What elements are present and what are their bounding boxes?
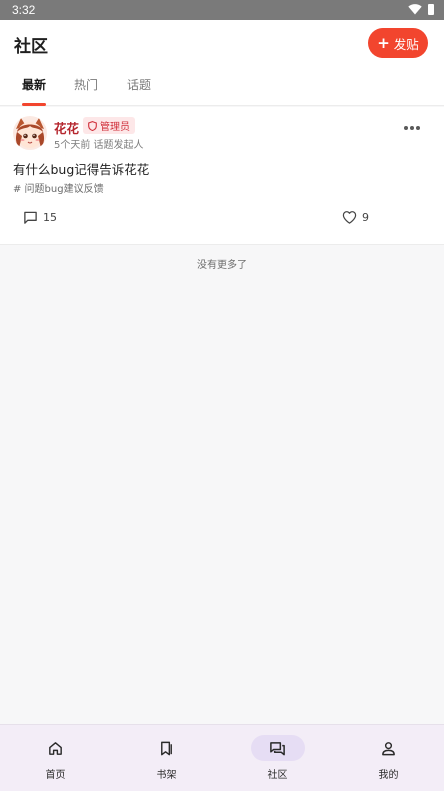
end-of-list-message: 没有更多了 [197,260,247,271]
new-post-label: 发贴 [393,36,419,52]
post-content[interactable]: 有什么bug记得告诉花花 [13,159,149,178]
nav-icon-container [250,735,305,761]
bookmark-icon [161,741,172,755]
tab-indicator [22,103,46,106]
battery-icon [428,3,434,15]
like-count: 9 [362,211,369,224]
shield-icon [88,120,97,131]
wifi-icon [408,4,422,15]
like-button[interactable]: 9 [342,210,369,225]
forum-icon [270,741,285,755]
tab-latest-label: 最新 [22,78,47,92]
nav-item-home[interactable]: 首页 [0,725,111,791]
person-icon [382,741,395,755]
nav-label-me: 我的 [378,770,399,781]
more-dot [410,126,414,130]
avatar-image [13,116,47,150]
nav-icon-container [362,735,416,761]
post-topic-tag[interactable]: # 问题bug建议反馈 [13,180,104,195]
plus-icon: + [377,33,390,52]
comment-icon [24,211,37,224]
tab-hot[interactable]: 热门 [74,76,98,106]
status-icons [408,3,434,15]
nav-item-me[interactable]: 我的 [333,725,444,791]
author-name[interactable]: 花花 [54,118,79,137]
nav-label-community: 社区 [267,770,288,781]
page-title: 社区 [14,37,48,57]
nav-item-bookshelf[interactable]: 书架 [111,725,222,791]
tab-topics[interactable]: 话题 [127,76,151,106]
status-time: 3:32 [12,3,36,17]
status-bar: 3:32 [0,0,444,20]
nav-icon-container [29,735,83,761]
more-dot [416,126,420,130]
tab-latest[interactable]: 最新 [22,76,46,106]
tab-topics-label: 话题 [127,78,152,92]
comment-button[interactable]: 15 [23,210,57,225]
heart-icon [342,211,357,224]
nav-label-bookshelf: 书架 [156,770,177,781]
post-meta: 5个天前 话题发起人 [54,140,144,151]
nav-item-community[interactable]: 社区 [222,725,333,791]
new-post-button[interactable]: + 发贴 [368,28,428,58]
tab-hot-label: 热门 [74,78,99,92]
nav-label-home: 首页 [45,770,66,781]
avatar[interactable] [13,116,47,150]
post-card[interactable]: 花花 管理员 5个天前 话题发起人 有什么bug记得告诉花花 # 问题bug建议… [0,107,444,245]
comment-count: 15 [43,211,57,224]
nav-icon-container [140,735,194,761]
admin-badge: 管理员 [83,117,135,134]
home-icon [49,741,62,755]
header: 社区 + 发贴 最新 热门 话题 [0,20,444,106]
bottom-nav: 首页 书架 社区 我的 [0,724,444,791]
admin-badge-label: 管理员 [100,122,130,133]
tab-bar: 最新 热门 话题 [0,76,444,106]
more-options-icon[interactable] [404,126,420,130]
more-dot [404,126,408,130]
